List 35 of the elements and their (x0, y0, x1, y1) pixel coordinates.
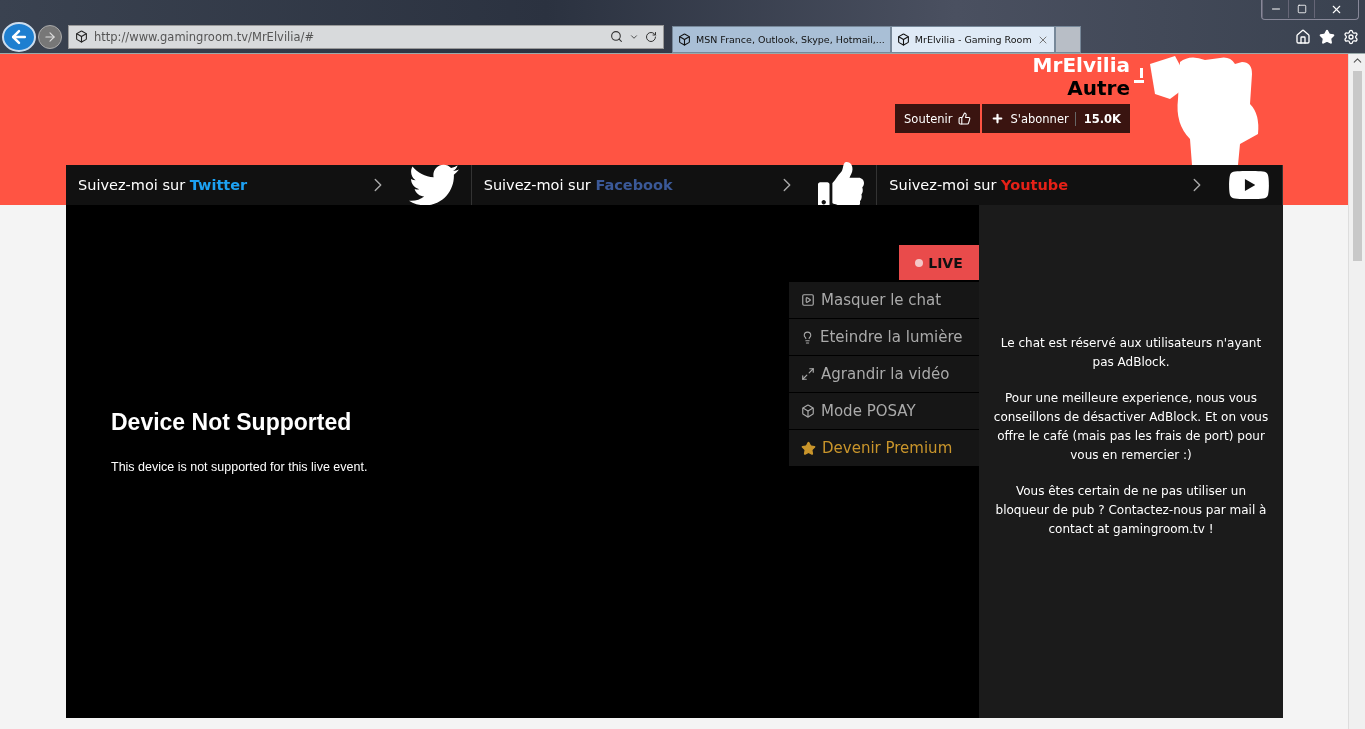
refresh-icon[interactable] (645, 30, 657, 43)
expand-icon (801, 367, 815, 381)
scrollbar-thumb[interactable] (1352, 71, 1362, 261)
lightbulb-icon (801, 330, 814, 344)
favorites-icon[interactable] (1319, 28, 1335, 45)
search-icon[interactable] (610, 30, 623, 43)
subscribe-button[interactable]: S'abonner 15.0K (982, 104, 1130, 133)
thumbs-up-icon (818, 162, 865, 208)
chat-notice: Vous êtes certain de ne pas utiliser un bloqueur de pub ? Contactez-nous par mail à contact at gamingroom.tv ! (994, 483, 1268, 538)
error-title: Device Not Supported (111, 409, 352, 436)
support-button[interactable]: Soutenir (895, 104, 981, 133)
error-message: This device is not supported for this live event. (111, 460, 368, 474)
thumbs-up-icon (958, 112, 972, 125)
chat-notice: Pour une meilleure experience, nous vous conseillons de désactiver AdBlock. Et on vous offre le café (mais pas les frais de port) pour vous en remercier :) (992, 390, 1270, 464)
star-icon (801, 440, 816, 456)
browser-tab[interactable]: MSN France, Outlook, Skype, Hotmail,... (672, 26, 891, 53)
channel-category: Autre (1067, 76, 1130, 100)
chat-notice: Le chat est réservé aux utilisateurs n'ayant pas AdBlock. (999, 335, 1263, 371)
settings-icon[interactable] (1343, 28, 1359, 45)
browser-tab[interactable]: MrElvilia - Gaming Room (890, 26, 1055, 53)
live-badge: LIVE (899, 245, 979, 280)
site-icon (75, 30, 88, 43)
home-icon[interactable] (1295, 28, 1311, 45)
back-button[interactable] (2, 21, 36, 52)
forward-button[interactable] (38, 24, 62, 49)
channel-name: MrElvilia (1032, 54, 1130, 76)
plus-icon (991, 112, 1005, 125)
box-icon (801, 404, 815, 418)
scrollbar[interactable] (1348, 54, 1365, 729)
address-field[interactable]: http://www.gamingroom.tv/MrElvilia/# (68, 24, 664, 49)
play-icon (801, 293, 815, 307)
arrow-right-icon (43, 29, 57, 44)
site-icon (896, 33, 910, 46)
maximize-icon (1296, 4, 1307, 14)
site-icon (678, 33, 691, 46)
